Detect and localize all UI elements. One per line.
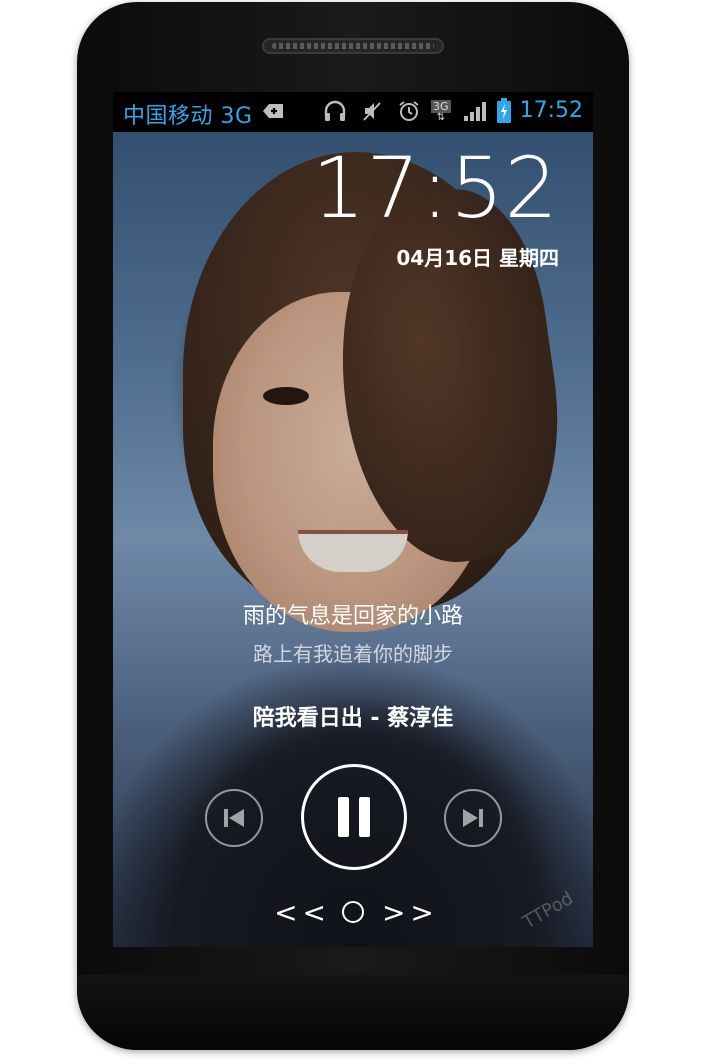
lyric-current: 雨的气息是回家的小路 [242, 604, 463, 629]
pause-button[interactable] [301, 764, 407, 870]
unlock-handle-icon[interactable] [342, 901, 364, 923]
next-track-icon [463, 809, 483, 827]
pause-icon [338, 797, 370, 837]
lockscreen-date: 04月16日 星期四 [396, 246, 559, 270]
lyric-next: 路上有我追着你的脚步 [253, 642, 453, 666]
unlock-slider[interactable]: < < > > [113, 894, 593, 930]
battery-charging-icon [496, 96, 512, 126]
lockscreen-clock: 17:52 [311, 139, 559, 237]
unlock-right-arrows: > > [382, 895, 434, 929]
status-bar: 中国移动 3G 3G ⇅ 17:52 [113, 92, 593, 132]
next-track-button[interactable] [444, 789, 502, 847]
lockscreen-wallpaper: 17:52 04月16日 星期四 雨的气息是回家的小路 路上有我追着你的脚步 陪… [113, 132, 593, 947]
previous-track-button[interactable] [205, 789, 263, 847]
carrier-label: 中国移动 3G [123, 104, 253, 129]
headphones-icon [323, 96, 347, 126]
previous-track-icon [224, 809, 244, 827]
status-time: 17:52 [519, 98, 583, 123]
earpiece-speaker [262, 38, 444, 54]
song-title: 陪我看日出 - 蔡淳佳 [252, 706, 454, 731]
alarm-icon [397, 96, 421, 126]
signal-icon [463, 96, 487, 126]
network-3g-label: 3G [431, 99, 451, 113]
phone-chin [77, 975, 629, 1050]
network-3g-icon: 3G ⇅ [431, 99, 451, 123]
mute-icon [361, 96, 383, 126]
unlock-left-arrows: < < [274, 895, 326, 929]
plus-box-icon [261, 96, 285, 126]
